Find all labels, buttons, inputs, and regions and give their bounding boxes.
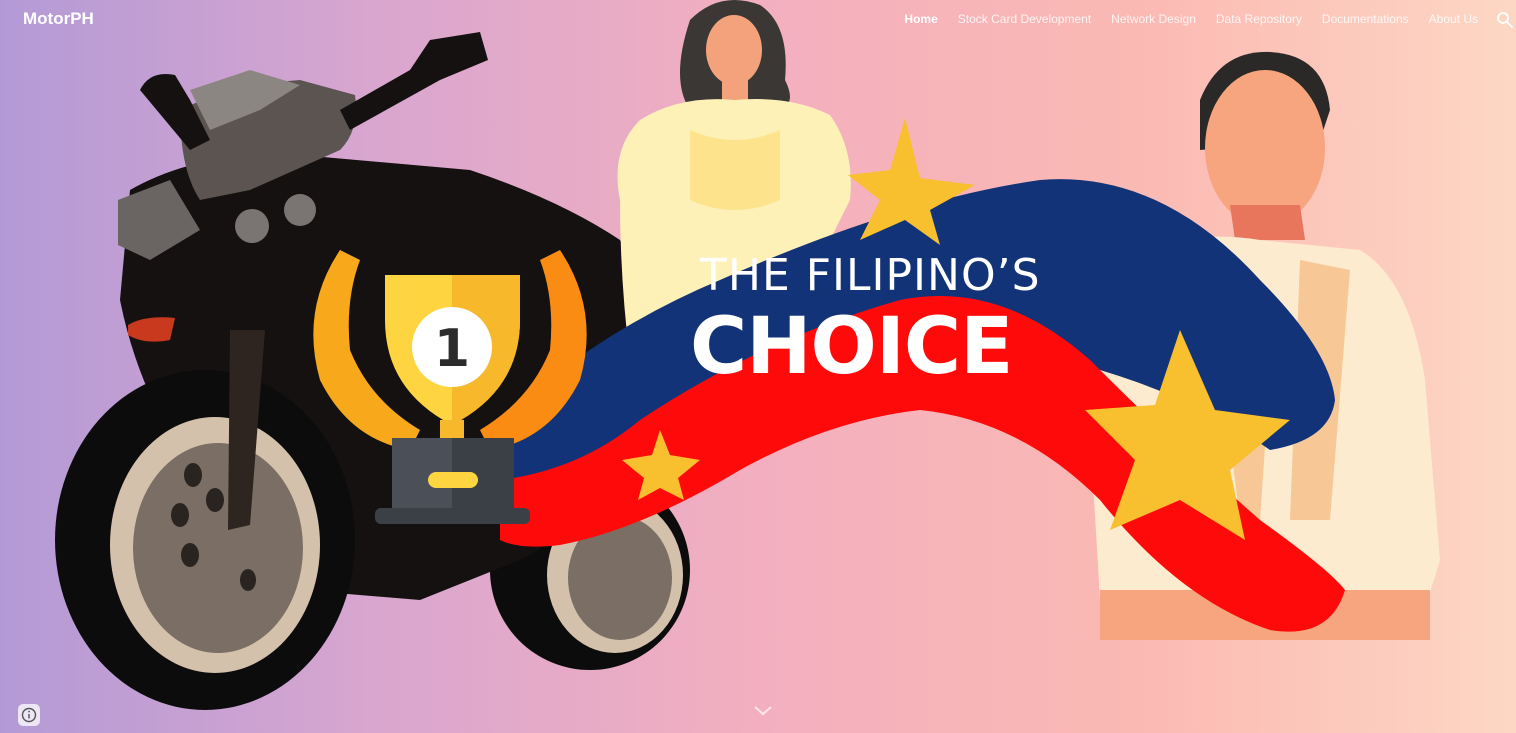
hero-headline: THE FILIPINO’S CHOICE (690, 250, 1090, 392)
nav-item-stock-card-development[interactable]: Stock Card Development (958, 12, 1091, 26)
brand-logo[interactable]: MotorPH (23, 9, 94, 29)
nav-item-about-us[interactable]: About Us (1429, 12, 1478, 26)
nav-item-data-repository[interactable]: Data Repository (1216, 12, 1302, 26)
info-icon (21, 707, 37, 723)
hero-headline-line1: THE FILIPINO’S (700, 250, 1041, 301)
nav-item-home[interactable]: Home (904, 12, 937, 26)
chevron-down-icon[interactable] (752, 702, 774, 718)
nav-item-network-design[interactable]: Network Design (1111, 12, 1196, 26)
info-button[interactable] (18, 704, 40, 726)
search-icon[interactable] (1496, 11, 1514, 29)
top-navigation-bar: MotorPH Home Stock Card Development Netw… (0, 0, 1516, 40)
main-nav: Home Stock Card Development Network Desi… (904, 12, 1478, 26)
hero-headline-line2: CHOICE (690, 302, 1013, 392)
nav-item-documentations[interactable]: Documentations (1322, 12, 1409, 26)
trophy-number: 1 (434, 319, 470, 379)
